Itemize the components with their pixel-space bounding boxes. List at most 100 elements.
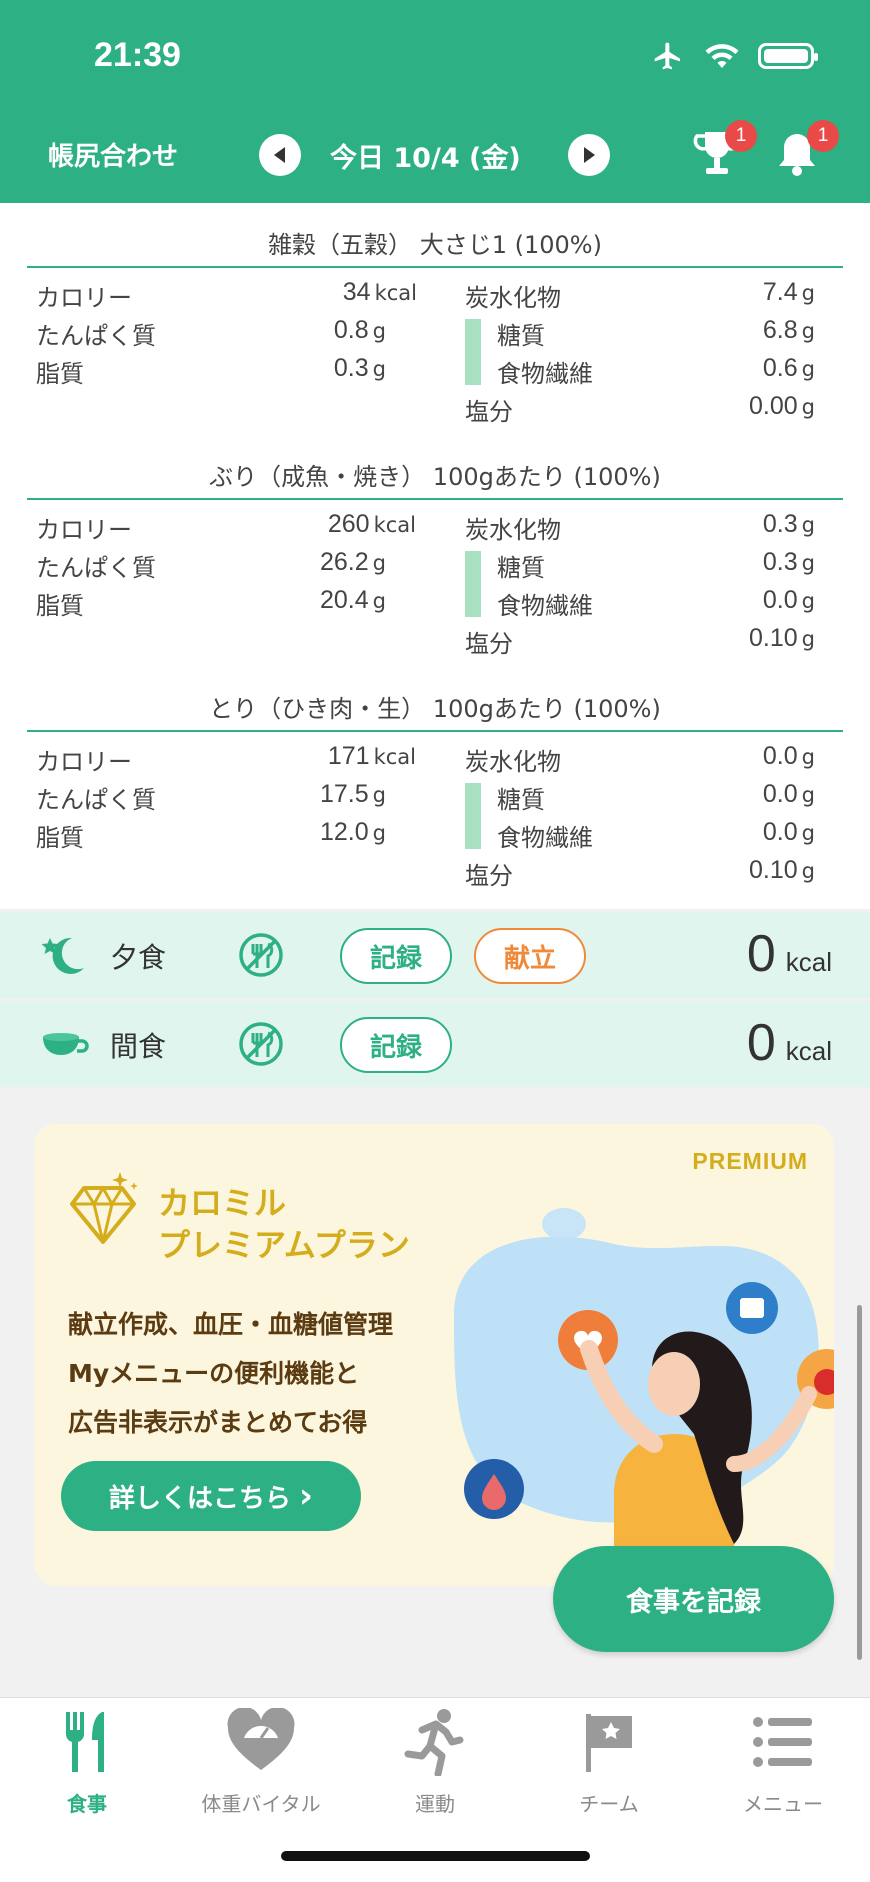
chevron-right-icon: › xyxy=(299,1476,314,1516)
fat-value: 12.0 xyxy=(319,818,369,846)
diamond-icon xyxy=(70,1172,138,1244)
scrollbar[interactable] xyxy=(857,1305,862,1660)
fiber-value: 0.0 xyxy=(762,586,798,614)
no-meal-icon[interactable] xyxy=(238,1021,284,1067)
food-divider xyxy=(27,498,843,500)
salt-row: 塩分 0.10 g xyxy=(465,624,815,659)
fat-unit: g xyxy=(372,821,386,845)
notification-button[interactable]: 1 xyxy=(775,120,839,184)
carb-unit: g xyxy=(801,513,815,537)
food-item[interactable]: とり（ひき肉・生） 100gあたり (100%) カロリー 171 kcal たんぱ… xyxy=(0,667,870,899)
calorie-value: 171 xyxy=(327,742,370,770)
tab-menu[interactable]: メニュー xyxy=(696,1708,870,1817)
calorie-label: カロリー xyxy=(36,284,132,312)
menu-list-icon xyxy=(753,1717,812,1767)
tab-meal[interactable]: 食事 xyxy=(0,1708,174,1817)
trophy-button[interactable]: 1 xyxy=(693,120,757,184)
fat-label: 脂質 xyxy=(36,360,84,388)
fat-label: 脂質 xyxy=(36,824,84,852)
triangle-left-icon xyxy=(274,147,285,163)
tab-label: チーム xyxy=(579,1792,639,1816)
app-header: 21:39 帳尻合わせ 今日 10/4 (金) 1 1 xyxy=(0,0,870,203)
salt-unit: g xyxy=(801,395,815,419)
kcal-unit: kcal xyxy=(785,947,832,977)
food-item[interactable]: 雑穀（五穀） 大さじ1 (100%) カロリー 34 kcal たんぱく質 0.8 g … xyxy=(0,203,870,435)
tab-exercise[interactable]: 運動 xyxy=(348,1708,522,1817)
airplane-icon xyxy=(654,42,680,70)
protein-label: たんぱく質 xyxy=(36,322,156,350)
record-button[interactable]: 記録 xyxy=(340,928,452,984)
tab-team[interactable]: チーム xyxy=(522,1708,696,1817)
calorie-label: カロリー xyxy=(36,516,132,544)
meal-row-snack[interactable]: 間食 記録 0 kcal xyxy=(0,1001,870,1087)
carb-unit: g xyxy=(801,745,815,769)
sugar-value: 0.0 xyxy=(762,780,798,808)
salt-label: 塩分 xyxy=(465,630,513,658)
banner-desc-line2: Myメニューの便利機能と xyxy=(68,1359,360,1388)
carb-row: 炭水化物 0.3 g xyxy=(465,510,815,545)
prev-day-button[interactable] xyxy=(259,134,301,176)
protein-row: たんぱく質 26.2 g xyxy=(36,548,386,583)
kcal-value: 0 xyxy=(746,925,776,983)
balance-title[interactable]: 帳尻合わせ xyxy=(48,136,178,173)
trophy-badge: 1 xyxy=(725,120,757,152)
sugar-unit: g xyxy=(801,783,815,807)
status-icons xyxy=(650,40,818,72)
food-title: 雑穀（五穀） 大さじ1 (100%) xyxy=(268,231,602,259)
salt-unit: g xyxy=(801,627,815,651)
menu-plan-button[interactable]: 献立 xyxy=(474,928,586,984)
fork-knife-icon xyxy=(65,1712,104,1772)
tab-label: 体重バイタル xyxy=(201,1792,321,1816)
calorie-row: カロリー 34 kcal xyxy=(36,278,417,313)
salt-unit: g xyxy=(801,859,815,883)
carb-value: 0.3 xyxy=(762,510,798,538)
protein-label: たんぱく質 xyxy=(36,554,156,582)
no-meal-icon[interactable] xyxy=(238,932,284,978)
protein-row: たんぱく質 17.5 g xyxy=(36,780,386,815)
fiber-row: 食物繊維 0.0 g xyxy=(497,586,815,621)
salt-row: 塩分 0.10 g xyxy=(465,856,815,891)
protein-value: 17.5 xyxy=(319,780,369,808)
home-indicator[interactable] xyxy=(281,1851,590,1861)
fitness-woman-illustration xyxy=(454,1208,834,1586)
sugar-label: 糖質 xyxy=(497,322,545,350)
carb-breakdown-bar xyxy=(465,319,481,385)
salt-value: 0.00 xyxy=(748,392,798,420)
details-button[interactable]: 詳しくはこちら › xyxy=(61,1461,361,1531)
tab-weight-vitals[interactable]: 体重バイタル xyxy=(174,1707,348,1817)
sugar-value: 0.3 xyxy=(762,548,798,576)
meal-row-dinner[interactable]: 夕食 記録 献立 0 kcal xyxy=(0,912,870,998)
current-date[interactable]: 今日 10/4 (金) xyxy=(330,136,521,175)
fiber-unit: g xyxy=(801,589,815,613)
kcal-unit: kcal xyxy=(785,1036,832,1066)
banner-desc-line1: 献立作成、血圧・血糖値管理 xyxy=(68,1310,394,1339)
tab-label: 食事 xyxy=(67,1792,107,1816)
calorie-value: 34 xyxy=(342,278,371,306)
salt-value: 0.10 xyxy=(748,624,798,652)
running-person-icon xyxy=(404,1709,464,1778)
food-title: とり（ひき肉・生） 100gあたり (100%) xyxy=(209,695,661,723)
food-divider xyxy=(27,730,843,732)
fiber-label: 食物繊維 xyxy=(497,824,593,852)
fiber-unit: g xyxy=(801,357,815,381)
food-item[interactable]: ぶり（成魚・焼き） 100gあたり (100%) カロリー 260 kcal たんぱ… xyxy=(0,435,870,667)
protein-value: 26.2 xyxy=(319,548,369,576)
fat-row: 脂質 12.0 g xyxy=(36,818,386,853)
carb-label: 炭水化物 xyxy=(465,748,561,776)
record-button[interactable]: 記録 xyxy=(340,1017,452,1073)
carb-label: 炭水化物 xyxy=(465,516,561,544)
sugar-unit: g xyxy=(801,319,815,343)
salt-label: 塩分 xyxy=(465,398,513,426)
food-title: ぶり（成魚・焼き） 100gあたり (100%) xyxy=(209,463,661,491)
next-day-button[interactable] xyxy=(568,134,610,176)
carb-value: 7.4 xyxy=(762,278,798,306)
premium-banner[interactable]: PREMIUM カロミル プレミアムプラン 献立作成、血圧・血糖値管理 Myメニ… xyxy=(34,1124,834,1586)
fat-unit: g xyxy=(372,589,386,613)
record-meal-button[interactable]: 食事を記録 xyxy=(553,1546,834,1652)
date-nav: 帳尻合わせ 今日 10/4 (金) 1 1 xyxy=(0,120,870,184)
protein-label: たんぱく質 xyxy=(36,786,156,814)
moon-star-icon xyxy=(41,937,84,974)
heart-scale-icon xyxy=(227,1707,295,1770)
sugar-row: 糖質 0.0 g xyxy=(497,780,815,815)
fiber-row: 食物繊維 0.0 g xyxy=(497,818,815,853)
